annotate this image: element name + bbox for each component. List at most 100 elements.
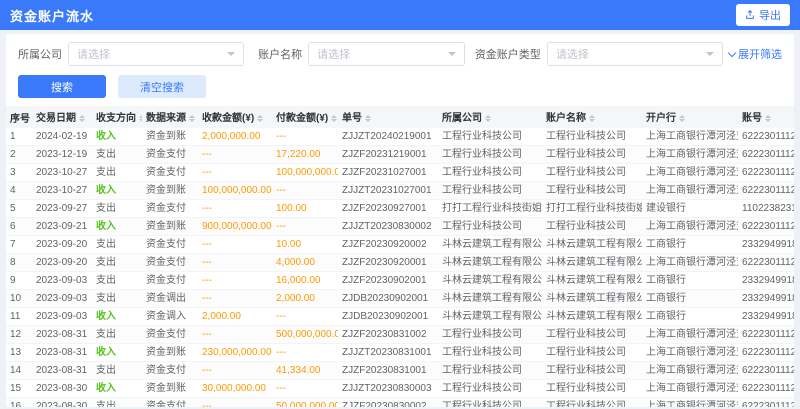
- cell-index: 2: [6, 146, 32, 164]
- column-label: 收支方向: [96, 113, 136, 124]
- cell-receipt: 2,000.00: [198, 308, 272, 326]
- table-row[interactable]: 22023-12-19支出资金支付---17,220.00ZJZF2023121…: [6, 146, 794, 164]
- cell-index: 10: [6, 290, 32, 308]
- cell-source: 资金支付: [142, 398, 198, 408]
- cell-bank: 上海工商银行潭河泾支行: [642, 326, 738, 344]
- table-row[interactable]: 162023-08-30支出资金支付---50,000,000.00ZJZF20…: [6, 398, 794, 408]
- cell-bank: 上海工商银行潭河泾支行: [642, 218, 738, 236]
- cell-number: 6222301112: [738, 164, 794, 182]
- column-label: 收款金额(¥): [202, 113, 254, 124]
- company-select[interactable]: 请选择: [68, 42, 244, 66]
- cell-receipt: ---: [198, 272, 272, 290]
- table-row[interactable]: 62023-09-21收入资金到账900,000,000.00---ZJJZT2…: [6, 218, 794, 236]
- cell-account: 工程行业科技公司: [542, 128, 642, 146]
- cell-receipt: 2,000,000.00: [198, 128, 272, 146]
- cell-company: 工程行业科技公司: [438, 164, 542, 182]
- table-row[interactable]: 72023-09-20支出资金支付---10.00ZJZF20230920002…: [6, 236, 794, 254]
- cell-direction: 支出: [92, 290, 142, 308]
- cell-number: 6222301112: [738, 344, 794, 362]
- cell-account: 工程行业科技公司: [542, 218, 642, 236]
- cell-payment: 17,220.00: [272, 146, 338, 164]
- cell-order: ZJDB20230902001: [338, 290, 438, 308]
- table-row[interactable]: 132023-08-31收入资金到账230,000,000.00---ZJJZT…: [6, 344, 794, 362]
- cell-number: 6222301112: [738, 326, 794, 344]
- cell-company: 打打工程行业科技街姐: [438, 200, 542, 218]
- cell-number: 6222301112: [738, 128, 794, 146]
- cell-receipt: ---: [198, 326, 272, 344]
- search-button[interactable]: 搜索: [18, 75, 106, 98]
- column-header-source[interactable]: 数据来源: [142, 106, 198, 128]
- company-filter-label: 所属公司: [18, 46, 62, 62]
- account-select-placeholder: 请选择: [317, 46, 350, 62]
- cell-account: 工程行业科技公司: [542, 326, 642, 344]
- company-select-placeholder: 请选择: [77, 46, 110, 62]
- sort-icon[interactable]: [589, 112, 595, 125]
- table-row[interactable]: 12024-02-19收入资金到账2,000,000.00---ZJJZT202…: [6, 128, 794, 146]
- sort-icon[interactable]: [189, 112, 195, 125]
- table-row[interactable]: 122023-08-31支出资金支付---500,000,000.00ZJZF2…: [6, 326, 794, 344]
- account-type-select[interactable]: 请选择: [547, 42, 723, 66]
- column-header-receipt[interactable]: 收款金额(¥): [198, 106, 272, 128]
- column-header-index: 序号: [6, 106, 32, 128]
- cell-order: ZJJZT20231027001: [338, 182, 438, 200]
- cell-date: 2023-08-31: [32, 344, 92, 362]
- cell-account: 斗林云建筑工程有限公司: [542, 308, 642, 326]
- cell-date: 2023-08-30: [32, 398, 92, 408]
- cell-order: ZJZF20231219001: [338, 146, 438, 164]
- clear-search-button[interactable]: 清空搜索: [118, 75, 206, 98]
- export-button[interactable]: 导出: [736, 4, 790, 26]
- table-row[interactable]: 152023-08-30收入资金到账30,000,000.00---ZJJZT2…: [6, 380, 794, 398]
- cell-number: 6222301112: [738, 398, 794, 408]
- cell-index: 16: [6, 398, 32, 408]
- expand-filters-link[interactable]: 展开筛选: [729, 46, 782, 62]
- cell-receipt: ---: [198, 290, 272, 308]
- column-header-account[interactable]: 账户名称: [542, 106, 642, 128]
- column-header-bank[interactable]: 开户行: [642, 106, 738, 128]
- table-row[interactable]: 82023-09-20支出资金支付---4,000.00ZJZF20230920…: [6, 254, 794, 272]
- cell-date: 2023-08-31: [32, 362, 92, 380]
- cell-direction: 收入: [92, 380, 142, 398]
- type-select-placeholder: 请选择: [556, 46, 589, 62]
- cell-company: 工程行业科技公司: [438, 344, 542, 362]
- sort-icon[interactable]: [331, 112, 337, 125]
- cell-direction: 支出: [92, 200, 142, 218]
- cell-order: ZJJZT20230831001: [338, 344, 438, 362]
- table-row[interactable]: 92023-09-03支出资金支付---16,000.00ZJZF2023090…: [6, 272, 794, 290]
- table-row[interactable]: 32023-10-27支出资金支付---100,000,000.00ZJZF20…: [6, 164, 794, 182]
- table-row[interactable]: 52023-09-27支出资金支付---100.00ZJZF2023092700…: [6, 200, 794, 218]
- column-header-number[interactable]: 账号: [738, 106, 794, 128]
- table-row[interactable]: 142023-08-31支出资金支付---41,334.00ZJZF202308…: [6, 362, 794, 380]
- cell-index: 15: [6, 380, 32, 398]
- cell-order: ZJJZT20230830002: [338, 218, 438, 236]
- table-row[interactable]: 42023-10-27收入资金到账100,000,000.00---ZJJZT2…: [6, 182, 794, 200]
- sort-icon[interactable]: [765, 112, 771, 125]
- sort-icon[interactable]: [257, 112, 263, 125]
- column-label: 数据来源: [146, 113, 186, 124]
- table-row[interactable]: 112023-09-03收入资金调入2,000.00---ZJDB2023090…: [6, 308, 794, 326]
- cell-payment: 2,000.00: [272, 290, 338, 308]
- sort-icon[interactable]: [485, 112, 491, 125]
- column-header-date[interactable]: 交易日期: [32, 106, 92, 128]
- cell-payment: 500,000,000.00: [272, 326, 338, 344]
- cell-number: 6222301112: [738, 182, 794, 200]
- sort-icon[interactable]: [79, 112, 85, 125]
- table-row[interactable]: 102023-09-03支出资金调出---2,000.00ZJDB2023090…: [6, 290, 794, 308]
- cell-date: 2023-09-03: [32, 308, 92, 326]
- account-name-select[interactable]: 请选择: [308, 42, 465, 66]
- sort-icon[interactable]: [139, 112, 142, 125]
- cell-account: 斗林云建筑工程有限公司: [542, 290, 642, 308]
- sort-icon[interactable]: [679, 112, 685, 125]
- cell-receipt: 230,000,000.00: [198, 344, 272, 362]
- cell-account: 工程行业科技公司: [542, 182, 642, 200]
- column-header-payment[interactable]: 付款金额(¥): [272, 106, 338, 128]
- column-header-direction[interactable]: 收支方向: [92, 106, 142, 128]
- column-header-company[interactable]: 所属公司: [438, 106, 542, 128]
- type-filter-label: 资金账户类型: [475, 46, 541, 62]
- cell-account: 工程行业科技公司: [542, 164, 642, 182]
- cell-company: 工程行业科技公司: [438, 362, 542, 380]
- cell-direction: 收入: [92, 218, 142, 236]
- column-header-order[interactable]: 单号: [338, 106, 438, 128]
- cell-direction: 收入: [92, 128, 142, 146]
- cell-date: 2023-09-20: [32, 254, 92, 272]
- sort-icon[interactable]: [365, 112, 371, 125]
